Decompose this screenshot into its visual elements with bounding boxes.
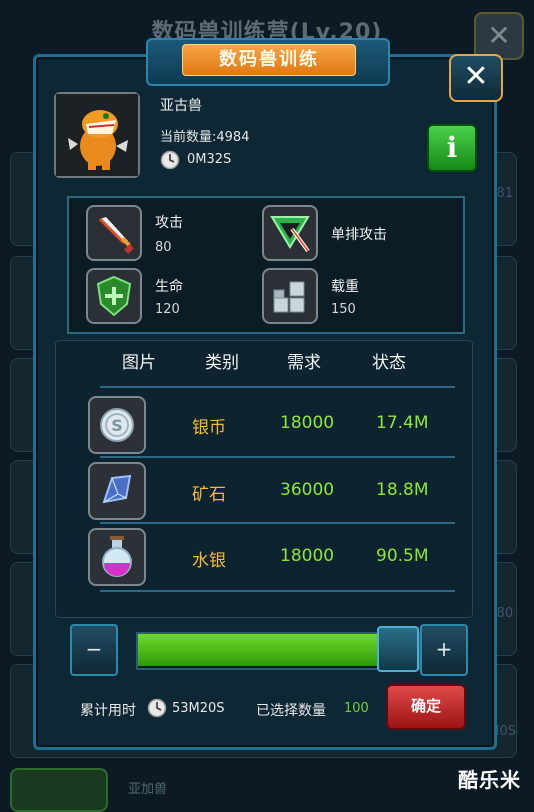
shield-health-icon: [86, 268, 142, 324]
background-bottom-label: 亚加兽: [128, 782, 168, 797]
unit-count-label: 当前数量:: [160, 130, 217, 145]
plus-icon: +: [435, 637, 453, 661]
column-header-type: 类别: [205, 353, 239, 373]
column-header-image: 图片: [122, 353, 156, 373]
info-icon: i: [446, 131, 458, 164]
resource-status: 18.8M: [376, 480, 429, 500]
stat-capacity-value: 150: [331, 302, 356, 317]
close-icon: ✕: [487, 19, 511, 52]
selected-quantity-label: 已选择数量: [256, 703, 326, 719]
resource-status: 17.4M: [376, 413, 429, 433]
resource-name: 矿石: [192, 485, 226, 505]
column-header-status: 状态: [372, 353, 406, 373]
stat-attack-value: 80: [155, 240, 172, 255]
unit-name: 亚古兽: [160, 98, 202, 114]
resource-required: 18000: [280, 413, 335, 433]
dialog-title: 数码兽训练: [182, 44, 356, 76]
stat-health-value: 120: [155, 302, 180, 317]
resource-required: 36000: [280, 480, 335, 500]
clock-icon: [147, 698, 167, 718]
mercury-potion-icon: [88, 528, 146, 586]
total-time-value: 53M20S: [172, 701, 225, 716]
agumon-portrait-icon: [54, 92, 140, 178]
resource-name: 水银: [192, 551, 226, 571]
resource-status: 90.5M: [376, 546, 429, 566]
resource-name: 银币: [192, 418, 226, 438]
minus-icon: −: [85, 637, 103, 661]
clock-icon: [160, 150, 180, 170]
stat-attack-label: 攻击: [155, 215, 183, 231]
resource-required: 18000: [280, 546, 335, 566]
ore-crystal-icon: [88, 462, 146, 520]
row-divider: [100, 456, 455, 458]
watermark: 酷乐米: [458, 768, 521, 792]
stat-health-label: 生命: [155, 279, 183, 295]
silver-coin-icon: S: [88, 396, 146, 454]
column-header-required: 需求: [287, 353, 321, 373]
stat-single-row-label: 单排攻击: [331, 227, 387, 243]
quantity-slider-fill: [138, 634, 397, 666]
row-divider: [100, 522, 455, 524]
sword-attack-icon: [86, 205, 142, 261]
decrease-button[interactable]: −: [70, 624, 118, 676]
close-button[interactable]: ✕: [449, 54, 503, 102]
cargo-blocks-icon: [262, 268, 318, 324]
unit-count-value: 4984: [216, 130, 250, 145]
total-time-label: 累计用时: [80, 703, 136, 719]
background-close-button[interactable]: ✕: [474, 12, 524, 60]
row-divider: [100, 590, 455, 592]
close-icon: ✕: [463, 59, 489, 94]
svg-text:S: S: [111, 416, 123, 435]
background-badge: [10, 768, 108, 812]
selected-quantity-value: 100: [344, 701, 369, 716]
unit-count: 当前数量:4984: [160, 126, 249, 145]
unit-train-time: 0M32S: [187, 152, 232, 167]
confirm-button[interactable]: 确定: [386, 684, 466, 730]
single-row-attack-icon: [262, 205, 318, 261]
info-button[interactable]: i: [427, 124, 477, 172]
stat-capacity-label: 载重: [331, 279, 359, 295]
increase-button[interactable]: +: [420, 624, 468, 676]
quantity-slider-thumb[interactable]: [377, 626, 419, 672]
row-divider: [100, 386, 455, 388]
